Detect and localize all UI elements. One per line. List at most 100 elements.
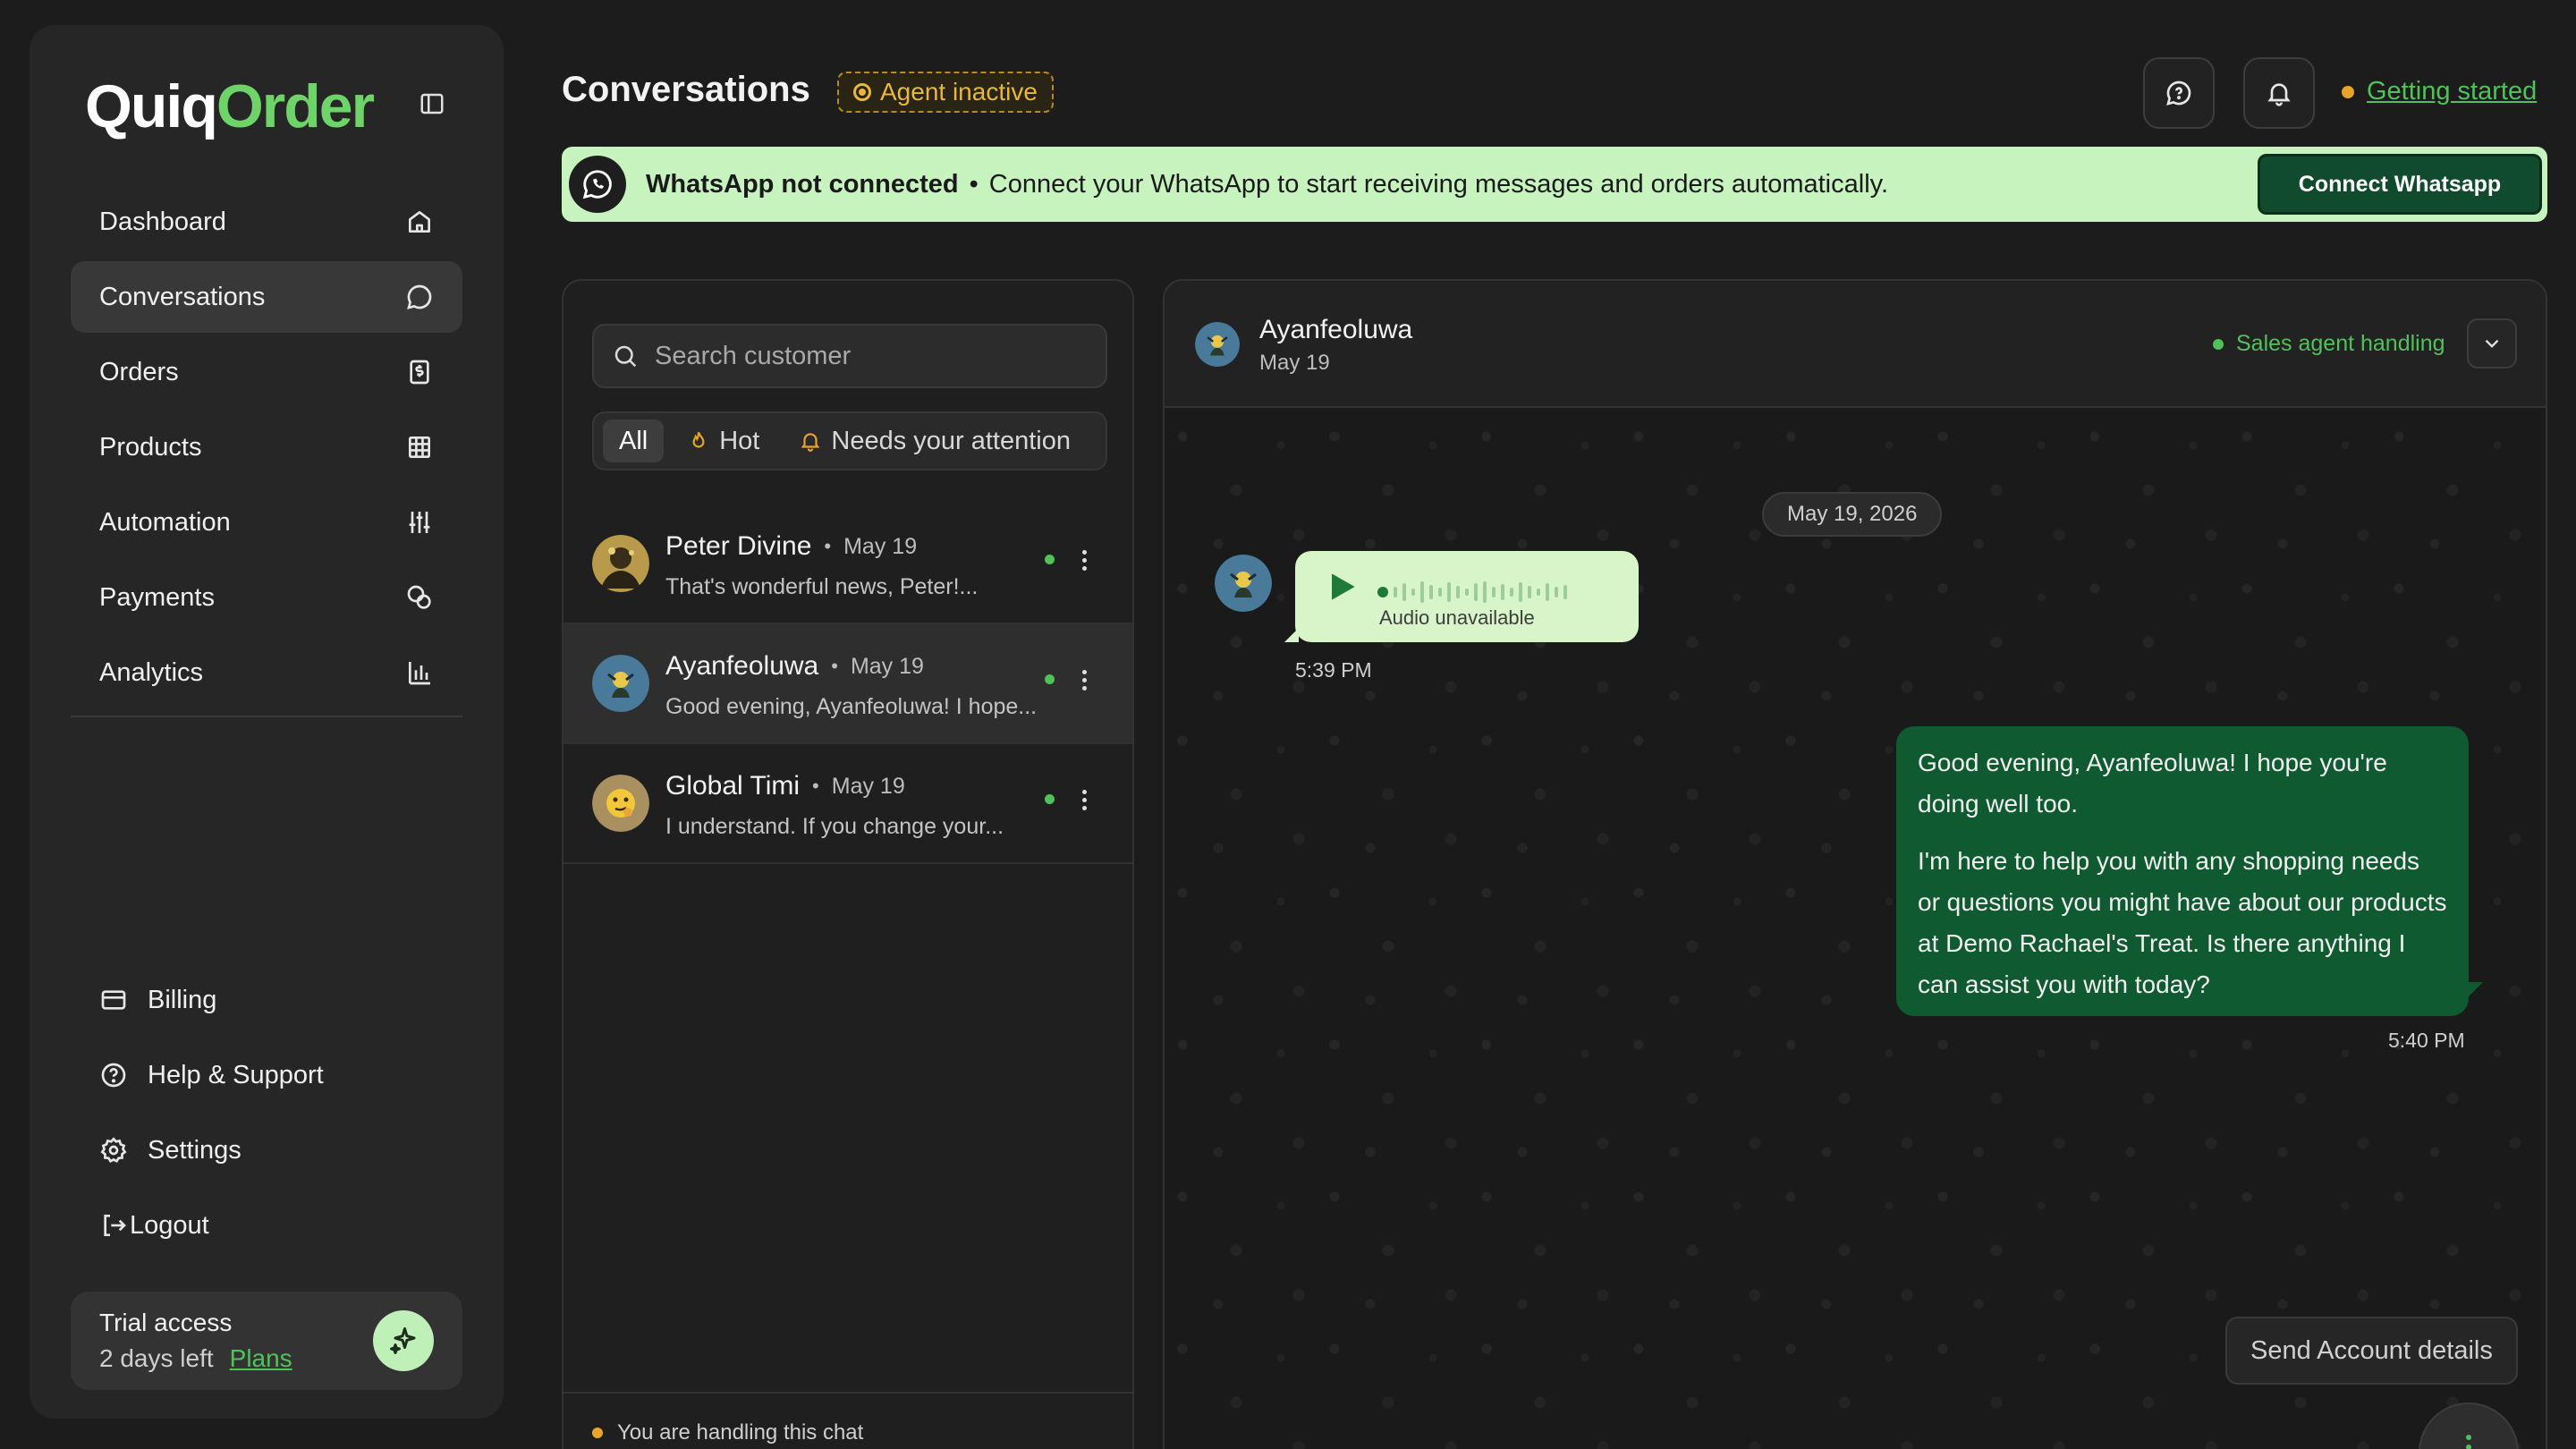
message-preview: That's wonderful news, Peter!... (665, 574, 979, 599)
sidebar-item-analytics[interactable]: Analytics (71, 637, 462, 708)
sidebar-item-label: Help & Support (148, 1060, 324, 1089)
filter-needs-attention[interactable]: Needs your attention (783, 419, 1087, 462)
online-status-dot (1045, 674, 1055, 684)
conversation-item[interactable]: Ayanfeoluwa • May 19 Good evening, Ayanf… (564, 624, 1132, 744)
banner-message: Connect your WhatsApp to start receiving… (988, 169, 1889, 199)
filter-label: Hot (719, 426, 760, 455)
conversation-item[interactable]: Peter Divine • May 19 That's wonderful n… (564, 504, 1132, 624)
audio-message[interactable]: Audio unavailable (1284, 551, 1639, 642)
logo-main-text: Quiq (85, 72, 218, 140)
more-options-icon[interactable] (1073, 662, 1095, 698)
agent-status-badge[interactable]: Agent inactive (837, 72, 1054, 113)
sidebar-item-settings[interactable]: Settings (71, 1113, 462, 1188)
more-actions-button[interactable] (2419, 1402, 2519, 1449)
home-icon (405, 208, 434, 236)
chat-contact-name: Ayanfeoluwa (1259, 315, 1413, 344)
trial-days-left: 2 days left (99, 1344, 214, 1372)
conversation-date: May 19 (831, 773, 905, 799)
conversation-header: Global Timi • May 19 (665, 771, 905, 801)
sidebar: QuiqOrder Dashboard Conversations Orders… (30, 25, 504, 1419)
handling-note: You are handling this chat (564, 1392, 1132, 1449)
chat-contact-date: May 19 (1259, 351, 1330, 375)
banner-text: WhatsApp not connected • Connect your What… (646, 170, 1888, 199)
bar-chart-icon (405, 658, 434, 687)
plans-link[interactable]: Plans (230, 1344, 292, 1372)
sidebar-collapse-icon[interactable] (416, 88, 448, 120)
filter-hot[interactable]: Hot (671, 419, 775, 462)
message-timestamp: 5:39 PM (1295, 658, 1372, 682)
message-timestamp: 5:40 PM (2388, 1029, 2465, 1052)
chat-messages[interactable]: May 19, 2026 Audio unavailable 5:39 PM G… (1165, 410, 2546, 1449)
sidebar-item-label: Products (99, 432, 202, 462)
chat-header: Ayanfeoluwa May 19 Sales agent handling (1165, 281, 2546, 408)
sidebar-item-label: Dashboard (99, 207, 226, 236)
getting-started-link[interactable]: Getting started (2342, 77, 2537, 106)
message-paragraph: I'm here to help you with any shopping n… (1918, 847, 2447, 998)
status-dot (2213, 338, 2224, 350)
chevron-down-icon (2480, 332, 2504, 355)
avatar (592, 655, 649, 712)
outgoing-message[interactable]: Good evening, Ayanfeoluwa! I hope you're… (1896, 726, 2483, 1016)
search-box[interactable] (592, 324, 1107, 388)
play-icon[interactable] (1322, 567, 1361, 606)
conversation-list-panel: All Hot Needs your attention Peter Divin… (562, 279, 1134, 1449)
sidebar-item-label: Orders (99, 357, 179, 386)
filter-label: Needs your attention (831, 426, 1071, 455)
sidebar-item-label: Billing (148, 985, 217, 1014)
more-options-icon[interactable] (1073, 782, 1095, 818)
banner-title: WhatsApp not connected (646, 169, 959, 199)
getting-started-text: Getting started (2367, 77, 2538, 106)
conversation-header: Peter Divine • May 19 (665, 531, 917, 562)
sidebar-item-payments[interactable]: Payments (71, 562, 462, 633)
sidebar-item-products[interactable]: Products (71, 411, 462, 483)
logout-icon (99, 1211, 128, 1240)
sidebar-item-label: Logout (130, 1210, 209, 1240)
flame-icon (687, 429, 710, 453)
filter-tabs: All Hot Needs your attention (592, 411, 1107, 470)
whatsapp-icon (569, 156, 626, 213)
support-chat-button[interactable] (2143, 57, 2215, 129)
sidebar-item-label: Settings (148, 1135, 242, 1165)
sidebar-item-label: Automation (99, 507, 231, 537)
waveform-icon (1377, 578, 1592, 606)
grid-icon (405, 433, 434, 462)
filter-all[interactable]: All (603, 419, 665, 462)
bell-icon (2265, 79, 2293, 107)
coins-icon (405, 583, 434, 612)
online-status-dot (1045, 794, 1055, 804)
sidebar-item-help[interactable]: Help & Support (71, 1038, 462, 1113)
connect-whatsapp-button[interactable]: Connect Whatsapp (2258, 154, 2542, 215)
app-logo[interactable]: QuiqOrder (85, 72, 375, 141)
avatar (592, 775, 649, 832)
sidebar-item-label: Payments (99, 582, 215, 612)
logo-accent-text: Order (216, 72, 375, 140)
sidebar-item-orders[interactable]: Orders (71, 336, 462, 408)
status-ring-icon (853, 83, 871, 101)
chat-options-dropdown[interactable] (2467, 318, 2517, 369)
message-preview: Good evening, Ayanfeoluwa! I hope... (665, 694, 1038, 719)
sidebar-item-automation[interactable]: Automation (71, 487, 462, 558)
handling-status: Sales agent handling (2213, 331, 2445, 357)
trial-subtitle: 2 days left Plans (99, 1344, 292, 1373)
sparkle-icon[interactable] (373, 1310, 434, 1371)
sidebar-item-dashboard[interactable]: Dashboard (71, 186, 462, 258)
customer-name: Peter Divine (665, 531, 812, 561)
separator-dot: • (831, 655, 838, 677)
sidebar-item-conversations[interactable]: Conversations (71, 261, 462, 333)
conversation-item[interactable]: Global Timi • May 19 I understand. If yo… (564, 744, 1132, 864)
sidebar-item-billing[interactable]: Billing (71, 962, 462, 1038)
receipt-icon (405, 358, 434, 386)
separator-dot: • (824, 535, 832, 557)
page-title: Conversations (562, 70, 810, 109)
online-status-dot (1045, 555, 1055, 564)
notifications-button[interactable] (2243, 57, 2315, 129)
status-dot (2342, 85, 2354, 98)
agent-status-text: Agent inactive (880, 78, 1038, 106)
more-options-icon[interactable] (1073, 542, 1095, 578)
banner-separator: • (969, 169, 979, 199)
sidebar-item-logout[interactable]: Logout (71, 1188, 462, 1263)
send-account-details-button[interactable]: Send Account details (2225, 1317, 2518, 1385)
search-input[interactable] (655, 341, 1084, 371)
trial-title: Trial access (99, 1309, 233, 1336)
avatar (1195, 322, 1240, 367)
